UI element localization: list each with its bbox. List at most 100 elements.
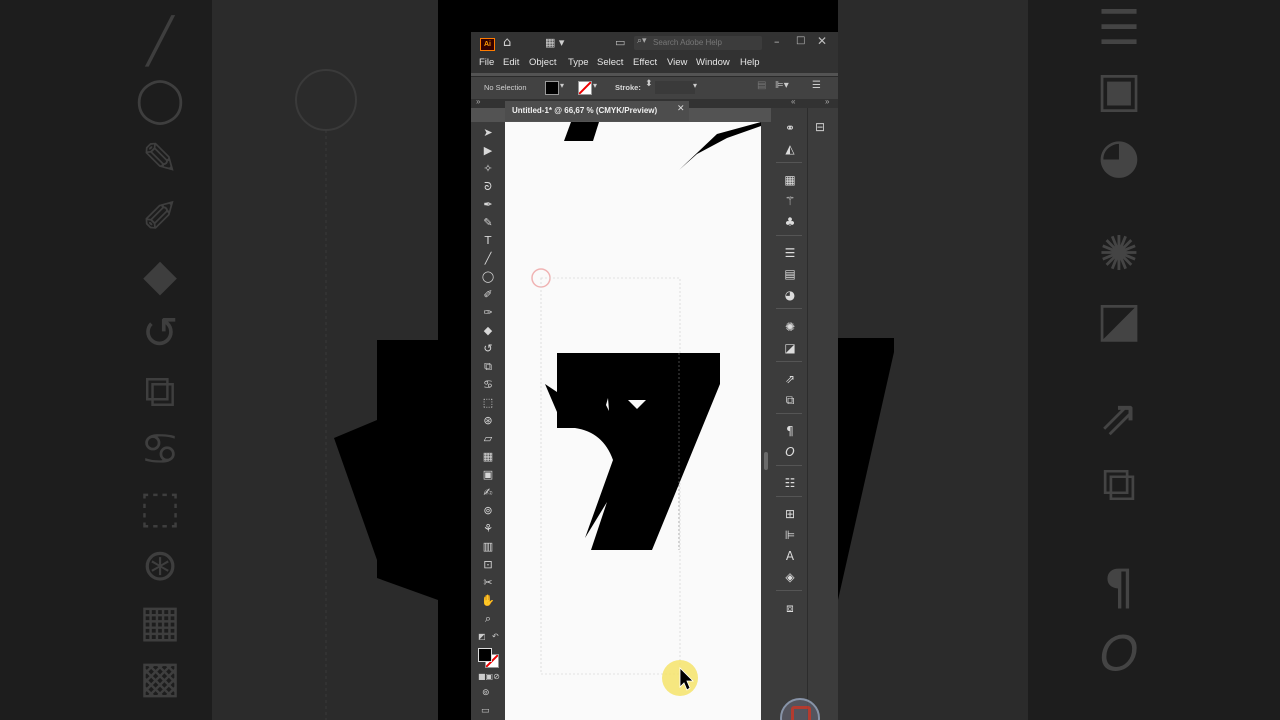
gradient-icon[interactable]: ▤ xyxy=(779,265,801,283)
color-mode-icons[interactable]: ■▣⊘ xyxy=(478,672,500,681)
search-field[interactable]: ⌕▾ Search Adobe Help xyxy=(634,36,762,50)
artboard-tool-icon[interactable]: ⊡ xyxy=(478,557,498,573)
scale-tool-icon[interactable]: ⧉ xyxy=(478,359,498,375)
close-icon[interactable]: ✕ xyxy=(817,34,827,48)
perspective-grid-tool-icon[interactable]: ▱ xyxy=(478,431,498,447)
align-icon[interactable]: ▤ xyxy=(757,80,766,91)
links-icon[interactable]: ⧈ xyxy=(779,599,801,617)
artboards-icon[interactable]: ⧉ xyxy=(779,391,801,409)
symbol-sprayer-tool-icon[interactable]: ⚘ xyxy=(478,521,498,537)
selection-tool-icon[interactable]: ➤ xyxy=(478,125,498,141)
stroke-weight-stepper[interactable]: ⬍ xyxy=(645,79,653,89)
ellipse-tool-icon[interactable]: ◯ xyxy=(478,269,498,285)
lasso-tool-icon[interactable]: ᘐ xyxy=(478,179,498,195)
warp-tool-icon[interactable]: ♋ xyxy=(478,377,498,393)
layers-icon[interactable]: ◈ xyxy=(779,568,801,586)
menu-view[interactable]: View xyxy=(667,57,687,68)
shaper-tool-icon[interactable]: ✑ xyxy=(478,305,498,321)
glyph-seven[interactable] xyxy=(545,353,720,550)
workspace-switcher-icon[interactable]: ▦ ▾ xyxy=(545,36,564,49)
close-tab-icon[interactable]: ✕ xyxy=(677,104,685,114)
mesh-tool-icon[interactable]: ▦ xyxy=(478,449,498,465)
default-colors-icon[interactable]: ◩ xyxy=(478,632,486,641)
scroll-thumb[interactable] xyxy=(764,452,768,470)
paragraph-icon[interactable]: ¶ xyxy=(779,422,801,440)
paintbrush-tool-icon: ✎ xyxy=(141,134,179,185)
graphic-styles-icon: ◪ xyxy=(1096,292,1142,348)
free-transform-tool-icon[interactable]: ⬚ xyxy=(478,395,498,411)
rotate-tool-icon[interactable]: ↺ xyxy=(478,341,498,357)
warp-tool-icon: ♋ xyxy=(140,424,180,475)
opentype-icon[interactable]: O xyxy=(779,443,801,461)
menu-object[interactable]: Object xyxy=(529,57,556,68)
character-icon[interactable]: A xyxy=(779,547,801,565)
draw-mode-icon[interactable]: ⊚ xyxy=(482,688,490,698)
stroke-weight-field[interactable] xyxy=(655,81,695,94)
vertical-scrollbar[interactable] xyxy=(761,122,771,720)
document-tab[interactable]: Untitled-1* @ 66,67 % (CMYK/Preview) ✕ xyxy=(505,101,689,121)
slice-tool-icon[interactable]: ✂ xyxy=(478,575,498,591)
expand-icon[interactable]: » xyxy=(825,97,829,106)
type-tool-icon[interactable]: T xyxy=(478,233,498,249)
menu-icon[interactable]: ☰ xyxy=(812,80,821,91)
scale-tool-icon: ⧉ xyxy=(144,366,176,417)
paintbrush-tool-icon[interactable]: ✐ xyxy=(478,287,498,303)
pen-tool-icon[interactable]: ✒ xyxy=(478,197,498,213)
appearance-icon[interactable]: ✺ xyxy=(779,318,801,336)
chevron-down-icon[interactable]: ▾ xyxy=(560,81,564,90)
swatches-icon[interactable]: ▦ xyxy=(779,171,801,189)
menu-edit[interactable]: Edit xyxy=(503,57,519,68)
fill-color-box[interactable] xyxy=(478,648,492,662)
transform-icon[interactable]: ⊫▾ xyxy=(775,80,789,91)
properties-icon[interactable]: ⊟ xyxy=(815,120,825,134)
canvas[interactable] xyxy=(505,122,761,720)
export-icon[interactable]: ⇗ xyxy=(779,370,801,388)
chevron-down-icon[interactable]: ▾ xyxy=(693,81,697,90)
menu-select[interactable]: Select xyxy=(597,57,623,68)
gradient-tool-icon[interactable]: ▣ xyxy=(478,467,498,483)
color-guide-icon[interactable]: ⚭ xyxy=(779,119,801,137)
shape-builder-tool-icon[interactable]: ⊛ xyxy=(478,413,498,429)
align-objects-icon[interactable]: ⊫ xyxy=(779,526,801,544)
appearance-icon: ✺ xyxy=(1098,226,1140,282)
blend-tool-icon[interactable]: ⊚ xyxy=(478,503,498,519)
direct-selection-tool-icon[interactable]: ▶ xyxy=(478,143,498,159)
artboard[interactable] xyxy=(505,122,761,720)
maximize-icon[interactable]: □ xyxy=(796,35,805,46)
brushes-icon[interactable]: ⚚ xyxy=(779,192,801,210)
zoom-tool-icon[interactable]: ⌕ xyxy=(478,611,498,627)
chevron-down-icon[interactable]: ▾ xyxy=(593,81,597,90)
eraser-tool-icon[interactable]: ◆ xyxy=(478,323,498,339)
fill-swatch[interactable] xyxy=(545,81,559,95)
glyph-fragment-top-left[interactable] xyxy=(564,122,599,141)
hand-tool-icon[interactable]: ✋ xyxy=(478,593,498,609)
arrange-documents-icon[interactable]: ▭ xyxy=(615,36,625,49)
screen-mode-icon[interactable]: ▭ xyxy=(481,706,490,716)
curvature-tool-icon[interactable]: ✎ xyxy=(478,215,498,231)
symbols-icon[interactable]: ♣ xyxy=(779,213,801,231)
menu-file[interactable]: File xyxy=(479,57,494,68)
menu-effect[interactable]: Effect xyxy=(633,57,657,68)
menu-window[interactable]: Window xyxy=(696,57,730,68)
eyedropper-tool-icon[interactable]: ✍ xyxy=(478,485,498,501)
stroke-swatch[interactable] xyxy=(578,81,592,95)
export-icon: ⇗ xyxy=(1098,390,1140,446)
transparency-icon[interactable]: ◕ xyxy=(779,286,801,304)
minimize-icon[interactable]: – xyxy=(774,35,780,48)
collapse-icon[interactable]: » xyxy=(476,97,480,106)
home-icon[interactable]: ⌂ xyxy=(503,35,511,50)
transform-panel-icon[interactable]: ☷ xyxy=(779,474,801,492)
collapse-icon[interactable]: « xyxy=(791,97,795,106)
menu-help[interactable]: Help xyxy=(740,57,760,68)
glyph-fragment-top-right[interactable] xyxy=(679,122,761,170)
stroke-icon[interactable]: ☰ xyxy=(779,244,801,262)
column-graph-tool-icon[interactable]: ▥ xyxy=(478,539,498,555)
align-icon[interactable]: ⊞ xyxy=(779,505,801,523)
line-segment-tool-icon[interactable]: ╱ xyxy=(478,251,498,267)
color-icon[interactable]: ◭ xyxy=(779,140,801,158)
graphic-styles-icon[interactable]: ◪ xyxy=(779,339,801,357)
magic-wand-tool-icon[interactable]: ✧ xyxy=(478,161,498,177)
search-icon: ⌕▾ xyxy=(637,36,647,46)
menu-type[interactable]: Type xyxy=(568,57,589,68)
swap-colors-icon[interactable]: ↶ xyxy=(492,632,499,641)
